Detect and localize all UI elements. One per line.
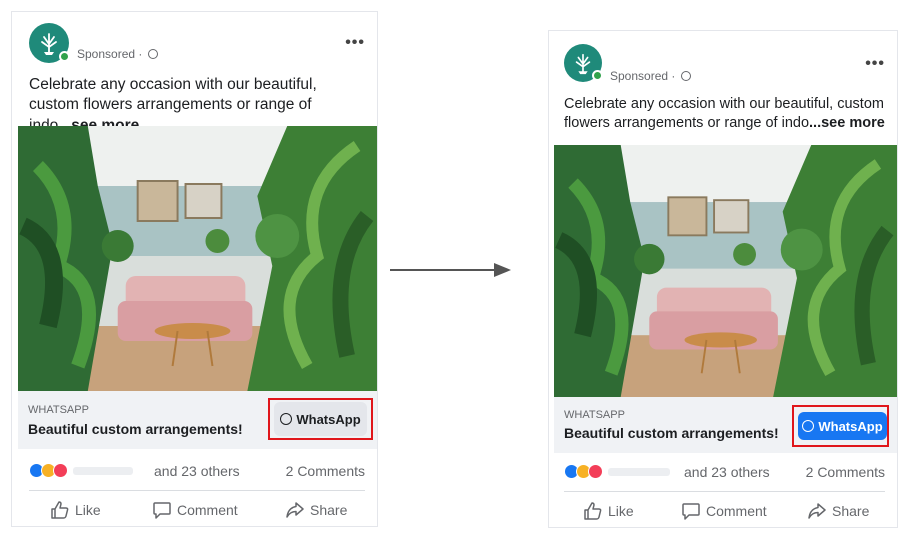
ad-image[interactable] [18,126,377,391]
love-reaction-icon [53,463,68,478]
comment-count[interactable]: 2 Comments [806,464,885,480]
comment-icon [153,502,171,519]
more-options-icon[interactable]: ••• [865,55,885,73]
love-reaction-icon [588,464,603,479]
cta-highlight-box [792,405,889,447]
comment-button[interactable]: Comment [152,500,238,520]
cta-highlight-box [268,398,373,440]
cta-headline: Beautiful custom arrangements! [28,421,243,437]
page-avatar[interactable] [29,23,70,63]
comment-icon [682,503,700,520]
living-room-plants-photo [18,126,377,391]
thumbs-up-icon [584,502,602,520]
globe-icon [147,49,158,59]
blurred-names [73,466,133,475]
living-room-plants-photo [554,145,897,397]
share-icon [808,503,826,519]
share-button[interactable]: Share [285,500,347,520]
cta-source-label: WHATSAPP [28,404,89,416]
reactions-summary[interactable] [564,464,670,479]
globe-icon [680,71,691,81]
online-status-dot [592,70,603,81]
sponsored-text: Sponsored · [77,47,143,61]
reaction-count[interactable]: and 23 others [154,463,240,479]
thumbs-up-icon [51,501,69,519]
share-label: Share [832,503,870,519]
like-button[interactable]: Like [583,501,634,521]
plant-logo-icon [575,53,591,75]
like-label: Like [608,503,634,519]
plant-logo-icon [41,33,57,55]
see-more-link[interactable]: ...see more [809,115,885,131]
ad-card-before: Sponsored · ••• Celebrate any occasion w… [11,11,378,527]
arrow-right-icon [390,263,511,277]
sponsored-label: Sponsored · [77,47,158,61]
comment-label: Comment [177,502,238,518]
sponsored-label: Sponsored · [610,69,691,83]
ad-card-after: Sponsored · ••• Celebrate any occasion w… [548,30,898,528]
like-button[interactable]: Like [50,500,101,520]
comment-button[interactable]: Comment [681,501,767,521]
like-label: Like [75,502,101,518]
share-button[interactable]: Share [807,501,869,521]
actions-divider [29,490,365,491]
ad-image[interactable] [554,145,897,397]
online-status-dot [59,51,70,62]
cta-source-label: WHATSAPP [564,409,625,421]
more-options-icon[interactable]: ••• [345,34,365,52]
page-avatar[interactable] [564,44,603,82]
share-icon [286,502,304,518]
cta-headline: Beautiful custom arrangements! [564,425,779,441]
reaction-count[interactable]: and 23 others [684,464,770,480]
blurred-names [608,467,670,476]
reactions-summary[interactable] [29,463,133,478]
comment-label: Comment [706,503,767,519]
share-label: Share [310,502,348,518]
sponsored-text: Sponsored · [610,69,676,83]
actions-divider [564,491,885,492]
comment-count[interactable]: 2 Comments [286,463,365,479]
ad-caption: Celebrate any occasion with our beautifu… [564,95,894,133]
